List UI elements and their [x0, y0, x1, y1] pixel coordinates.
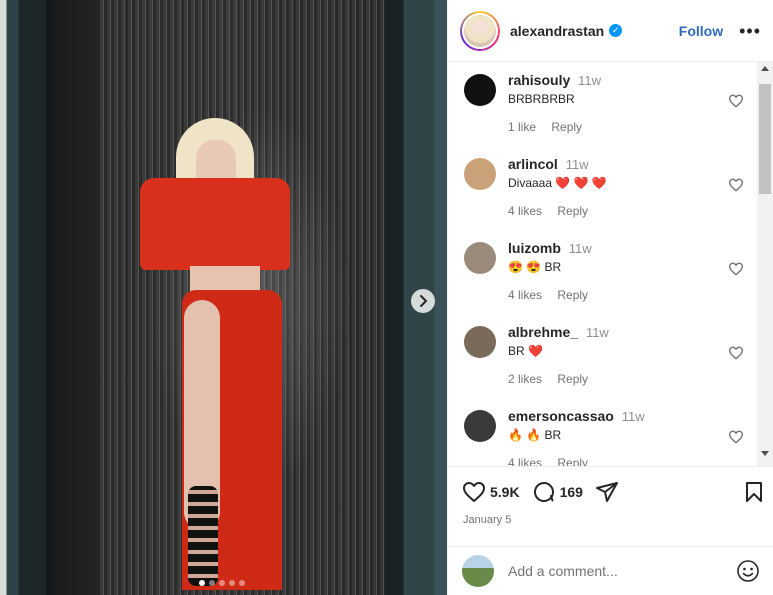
comment-reply-button[interactable]: Reply: [557, 372, 588, 386]
comment-reply-button[interactable]: Reply: [551, 120, 582, 134]
avatar-image: [462, 12, 498, 49]
comment-text: Divaaaa ❤️ ❤️ ❤️: [508, 176, 607, 190]
comments-list: rahisouly 11w BRBRBRBR 1 like Reply arli…: [448, 62, 773, 466]
comment-input[interactable]: [508, 563, 718, 579]
heart-icon: [728, 94, 744, 108]
comment-time: 11w: [585, 325, 609, 340]
like-button[interactable]: [462, 481, 486, 503]
comment-like-button[interactable]: [728, 430, 744, 449]
comment-time: 11w: [568, 241, 592, 256]
comment-time: 11w: [621, 409, 645, 424]
verified-icon: ✓: [609, 24, 623, 37]
comment-username[interactable]: luizomb: [508, 240, 561, 256]
comment-composer: [448, 546, 773, 595]
post-photo[interactable]: [0, 0, 447, 595]
comment-likes[interactable]: 4 likes: [508, 204, 542, 218]
comment-avatar[interactable]: [464, 158, 496, 190]
scroll-down-icon[interactable]: [761, 451, 769, 456]
photo-red-top: [140, 178, 290, 270]
carousel-dot[interactable]: [219, 580, 225, 586]
carousel-dot[interactable]: [229, 580, 235, 586]
post-username[interactable]: alexandrastan: [510, 23, 604, 39]
photo-door-left: [0, 0, 46, 595]
photo-lace-up-boot: [188, 486, 218, 586]
comments-scrollbar[interactable]: [757, 62, 773, 466]
comment-like-button[interactable]: [728, 346, 744, 365]
comment-username[interactable]: albrehme_: [508, 324, 578, 340]
scroll-up-icon[interactable]: [761, 66, 769, 71]
more-icon[interactable]: •••: [739, 22, 761, 40]
comment-username[interactable]: emersoncassao: [508, 408, 614, 424]
comment-like-button[interactable]: [728, 94, 744, 113]
chevron-right-icon: [420, 295, 427, 307]
comment-avatar[interactable]: [464, 74, 496, 106]
comment-likes[interactable]: 4 likes: [508, 288, 542, 302]
comment-item: arlincol 11w Divaaaa ❤️ ❤️ ❤️ 4 likes Re…: [448, 146, 773, 230]
heart-icon: [728, 430, 744, 444]
bookmark-icon: [746, 482, 762, 502]
comment-text: BRBRBRBR: [508, 92, 575, 106]
comment-time: 11w: [578, 73, 602, 88]
heart-icon: [728, 346, 744, 360]
comment-reply-button[interactable]: Reply: [557, 288, 588, 302]
share-icon: [595, 482, 618, 502]
comment-avatar[interactable]: [464, 242, 496, 274]
comment-item: luizomb 11w 😍 😍 BR 4 likes Reply: [448, 230, 773, 314]
comment-username[interactable]: arlincol: [508, 156, 558, 172]
comment-likes[interactable]: 2 likes: [508, 372, 542, 386]
comment-like-button[interactable]: [728, 262, 744, 281]
comment-avatar[interactable]: [464, 326, 496, 358]
save-button[interactable]: [744, 481, 764, 503]
comment-text: 🔥 🔥 BR: [508, 428, 562, 442]
comment-button[interactable]: [532, 480, 556, 504]
emoji-button[interactable]: [736, 559, 760, 583]
scrollbar-thumb[interactable]: [759, 84, 771, 194]
carousel-next-button[interactable]: [411, 289, 435, 313]
comments-count[interactable]: 169: [560, 484, 583, 500]
carousel-dot[interactable]: [209, 580, 215, 586]
comment-like-button[interactable]: [728, 178, 744, 197]
comment-avatar[interactable]: [464, 410, 496, 442]
post-side-panel: alexandrastan ✓ Follow ••• rahisouly 11w…: [447, 0, 773, 595]
heart-icon: [463, 482, 485, 502]
comment-likes[interactable]: 4 likes: [508, 456, 542, 466]
comment-text: 😍 😍 BR: [508, 260, 562, 274]
heart-icon: [728, 178, 744, 192]
post-actions: 5.9K 169 January 5: [448, 466, 773, 546]
comment-reply-button[interactable]: Reply: [557, 456, 588, 466]
carousel-dot[interactable]: [199, 580, 205, 586]
emoji-icon: [737, 560, 759, 582]
carousel-dot[interactable]: [239, 580, 245, 586]
share-button[interactable]: [595, 481, 619, 503]
comment-time: 11w: [565, 157, 589, 172]
comment-likes[interactable]: 1 like: [508, 120, 536, 134]
comment-item: emersoncassao 11w 🔥 🔥 BR 4 likes Reply: [448, 398, 773, 466]
heart-icon: [728, 262, 744, 276]
avatar[interactable]: [460, 10, 500, 51]
post-header: alexandrastan ✓ Follow •••: [448, 0, 773, 62]
comment-reply-button[interactable]: Reply: [557, 204, 588, 218]
carousel-dots: [199, 580, 245, 586]
post-date[interactable]: January 5: [448, 504, 773, 526]
comment-username[interactable]: rahisouly: [508, 72, 570, 88]
likes-count[interactable]: 5.9K: [490, 484, 520, 500]
comment-item: albrehme_ 11w BR ❤️ 2 likes Reply: [448, 314, 773, 398]
comment-icon: [533, 482, 554, 503]
comment-text: BR ❤️: [508, 344, 543, 358]
current-user-avatar: [462, 555, 494, 587]
follow-button[interactable]: Follow: [679, 23, 723, 39]
comment-item: rahisouly 11w BRBRBRBR 1 like Reply: [448, 62, 773, 146]
